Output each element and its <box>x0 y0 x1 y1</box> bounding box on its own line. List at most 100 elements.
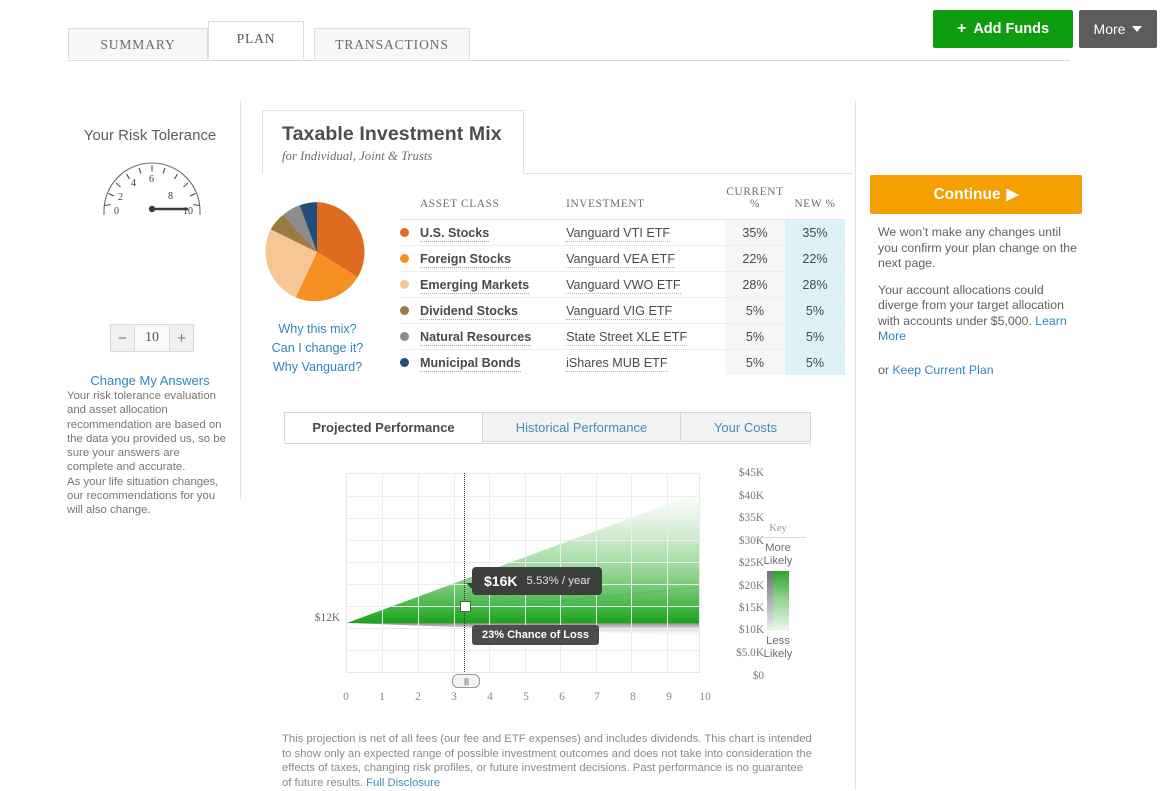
more-label: More <box>1093 21 1126 37</box>
risk-note-paragraph-2: As your life situation changes, our reco… <box>67 475 219 517</box>
risk-note-paragraph-1: Your risk tolerance evaluation and asset… <box>67 390 226 474</box>
risk-tolerance-note: Your risk tolerance evaluation and asset… <box>67 389 229 518</box>
legend-swatch-icon <box>400 323 420 350</box>
y-tick-label: $45K <box>738 467 764 479</box>
table-row[interactable]: U.S. Stocks Vanguard VTI ETF 35% 35% <box>400 219 845 246</box>
table-row[interactable]: Natural Resources State Street XLE ETF 5… <box>400 323 845 350</box>
key-gradient-bar <box>767 571 789 631</box>
continue-button[interactable]: Continue ▶ <box>870 175 1082 214</box>
arrow-right-icon: ▶ <box>1006 186 1019 203</box>
legend-swatch-icon <box>400 349 420 375</box>
why-vanguard-link[interactable]: Why Vanguard? <box>240 360 395 374</box>
svg-text:0: 0 <box>114 206 119 215</box>
column-header-asset-class: ASSET CLASS <box>420 186 567 220</box>
new-percent: 22% <box>785 245 845 272</box>
tab-plan[interactable]: PLAN <box>208 21 304 59</box>
asset-class-name[interactable]: Dividend Stocks <box>420 297 567 324</box>
x-tick-label: 9 <box>666 691 672 703</box>
add-funds-button[interactable]: + Add Funds <box>933 10 1073 48</box>
risk-decrement-button[interactable]: − <box>110 324 135 352</box>
legend-swatch-icon <box>400 297 420 324</box>
investment-name[interactable]: State Street XLE ETF <box>566 323 725 350</box>
x-tick-label: 3 <box>451 691 457 703</box>
top-bar: SUMMARY PLAN TRANSACTIONS + Add Funds Mo… <box>0 0 1161 61</box>
asset-class-name[interactable]: Emerging Markets <box>420 271 567 298</box>
key-bottom-label: Less Likely <box>763 635 793 660</box>
risk-tolerance-panel: Your Risk Tolerance 0 2 4 6 8 10 − 10 + … <box>60 100 241 516</box>
svg-text:6: 6 <box>149 174 154 185</box>
x-tick-label: 8 <box>630 691 636 703</box>
chart-key-legend: Key More Likely Less Likely <box>750 523 806 664</box>
asset-class-name[interactable]: Natural Resources <box>420 323 567 350</box>
new-percent: 28% <box>785 271 845 298</box>
investment-name[interactable]: Vanguard VWO ETF <box>566 271 725 298</box>
y-tick-label: $40K <box>738 490 764 502</box>
x-tick-label: 5 <box>523 691 529 703</box>
risk-tolerance-title: Your Risk Tolerance <box>83 127 217 144</box>
investment-mix-panel: Taxable Investment Mix for Individual, J… <box>240 100 856 790</box>
y-tick-label: $0 <box>752 670 764 682</box>
table-row[interactable]: Foreign Stocks Vanguard VEA ETF 22% 22% <box>400 245 845 272</box>
action-sidebar: Continue ▶ We won’t make any changes unt… <box>870 100 1100 377</box>
projection-chart: $12K $16K 5.53% / year 23% Chance of Los… <box>284 455 844 725</box>
chevron-down-icon <box>1132 26 1143 32</box>
asset-class-name[interactable]: Municipal Bonds <box>420 349 567 375</box>
new-percent: 5% <box>785 297 845 324</box>
table-header-row: ASSET CLASS INVESTMENT CURRENT % NEW % <box>400 186 845 220</box>
key-title: Key <box>750 523 806 538</box>
asset-class-name[interactable]: U.S. Stocks <box>420 219 567 246</box>
asset-class-name[interactable]: Foreign Stocks <box>420 245 567 272</box>
new-percent: 5% <box>785 323 845 350</box>
more-button[interactable]: More <box>1079 10 1157 48</box>
keep-current-plan-link[interactable]: Keep Current Plan <box>892 363 993 377</box>
performance-tabs: Projected Performance Historical Perform… <box>284 412 811 444</box>
legend-swatch-icon <box>400 271 420 298</box>
svg-text:10: 10 <box>183 206 193 215</box>
plus-icon: + <box>956 20 967 37</box>
tab-your-costs[interactable]: Your Costs <box>681 412 811 442</box>
tooltip-rate: 5.53% / year <box>526 575 591 587</box>
tab-historical-performance[interactable]: Historical Performance <box>482 412 681 442</box>
key-top-label: More Likely <box>763 542 793 567</box>
current-percent: 5% <box>725 323 785 350</box>
x-tick-label: 0 <box>343 691 349 703</box>
investment-name[interactable]: Vanguard VTI ETF <box>566 219 725 246</box>
table-row[interactable]: Municipal Bonds iShares MUB ETF 5% 5% <box>400 349 845 375</box>
sidebar-note-2: Your account allocations could diverge f… <box>878 283 1084 345</box>
current-percent: 22% <box>725 245 785 272</box>
current-percent: 35% <box>725 219 785 246</box>
full-disclosure-link[interactable]: Full Disclosure <box>366 777 440 789</box>
header-divider-gap <box>263 173 523 174</box>
risk-increment-button[interactable]: + <box>169 324 194 352</box>
chart-year-slider-handle[interactable]: |||| <box>452 674 480 688</box>
chart-selection-marker[interactable] <box>460 601 471 612</box>
investment-name[interactable]: Vanguard VIG ETF <box>566 297 725 324</box>
add-funds-label: Add Funds <box>973 21 1050 37</box>
investment-name[interactable]: iShares MUB ETF <box>566 349 725 375</box>
new-percent: 5% <box>785 349 845 375</box>
investment-mix-header: Taxable Investment Mix for Individual, J… <box>262 110 524 174</box>
chart-disclaimer: This projection is net of all fees (our … <box>282 732 815 790</box>
continue-label: Continue <box>933 185 1001 203</box>
risk-value-input[interactable]: 10 <box>135 324 169 352</box>
change-my-answers-link[interactable]: Change My Answers <box>60 373 240 388</box>
x-tick-label: 1 <box>379 691 385 703</box>
tab-projected-performance[interactable]: Projected Performance <box>284 412 482 442</box>
tab-transactions[interactable]: TRANSACTIONS <box>314 28 470 59</box>
or-label: or <box>878 362 893 377</box>
chart-x-axis: 0 1 2 3 4 5 6 7 8 9 10 <box>343 691 711 707</box>
x-tick-label: 7 <box>594 691 600 703</box>
tab-summary[interactable]: SUMMARY <box>68 28 208 59</box>
page-subtitle: for Individual, Joint & Trusts <box>282 149 433 163</box>
tooltip-value: $16K <box>484 573 518 589</box>
current-percent: 28% <box>725 271 785 298</box>
can-i-change-it-link[interactable]: Can I change it? <box>240 341 395 355</box>
investment-name[interactable]: Vanguard VEA ETF <box>566 245 725 272</box>
chart-start-value-label: $12K <box>314 612 340 624</box>
why-this-mix-link[interactable]: Why this mix? <box>240 322 395 336</box>
x-tick-label: 10 <box>699 691 711 703</box>
table-row[interactable]: Emerging Markets Vanguard VWO ETF 28% 28… <box>400 271 845 298</box>
column-header-investment: INVESTMENT <box>566 186 725 220</box>
risk-stepper[interactable]: − 10 + <box>110 324 194 352</box>
table-row[interactable]: Dividend Stocks Vanguard VIG ETF 5% 5% <box>400 297 845 324</box>
